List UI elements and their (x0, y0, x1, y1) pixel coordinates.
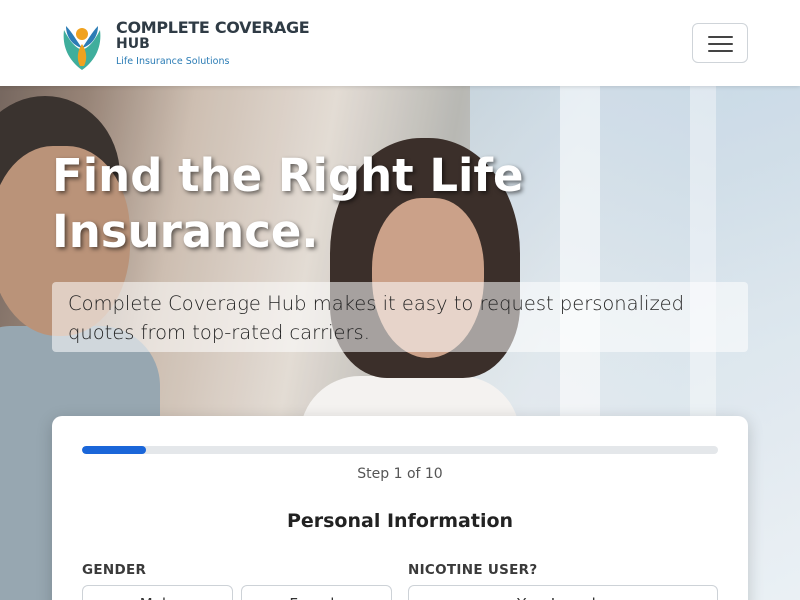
navbar: COMPLETE COVERAGE HUB Life Insurance Sol… (0, 0, 800, 86)
navbar-toggle-button[interactable] (692, 23, 748, 63)
section-title: Personal Information (286, 510, 514, 532)
nicotine-label: NICOTINE USER? (408, 562, 538, 578)
logo-mark-icon (63, 26, 101, 70)
brand-tagline: Life Insurance Solutions (116, 56, 230, 67)
step-progress-bar (82, 446, 718, 454)
brand-name-line2: HUB (116, 36, 150, 52)
brand-logo[interactable]: COMPLETE COVERAGE HUB Life Insurance Sol… (58, 16, 310, 72)
hero-headline: Find the Right Life Insurance. (52, 149, 524, 258)
nicotine-yes-button[interactable]: Yes, I smoke (408, 585, 718, 600)
gender-female-button[interactable]: Female (241, 585, 392, 600)
gender-label: GENDER (82, 562, 147, 578)
step-indicator: Step 1 of 10 (357, 466, 443, 482)
quote-form-card: Step 1 of 10 Personal Information GENDER… (52, 416, 748, 600)
step-progress-fill (82, 446, 146, 454)
gender-male-button[interactable]: Male (82, 585, 233, 600)
hero-lead-text: Complete Coverage Hub makes it easy to r… (52, 282, 748, 352)
brand-name-line1: COMPLETE COVERAGE (116, 18, 310, 37)
